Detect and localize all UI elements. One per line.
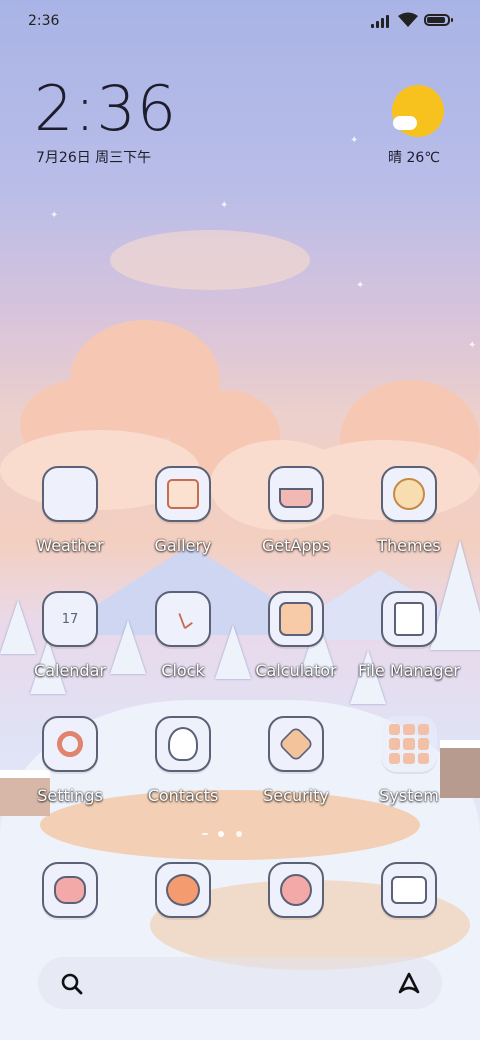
- security-icon: [268, 716, 324, 772]
- page-dot-active: [218, 831, 224, 837]
- app-calculator[interactable]: Calculator: [241, 591, 351, 680]
- contacts-icon: [155, 716, 211, 772]
- app-label: Weather: [36, 536, 104, 555]
- app-label: Contacts: [147, 786, 219, 805]
- dock-camera[interactable]: [354, 862, 464, 918]
- app-calendar[interactable]: 17 Calendar: [15, 591, 125, 680]
- search-icon: [61, 973, 83, 995]
- app-label: System: [379, 786, 439, 805]
- app-label: Settings: [37, 786, 103, 805]
- clock-icon: [155, 591, 211, 647]
- widget-time: 2:36: [34, 72, 178, 145]
- system-folder-icon: [381, 716, 437, 772]
- battery-icon: [424, 14, 453, 26]
- calendar-date: 17: [61, 611, 79, 627]
- app-file-manager[interactable]: File Manager: [354, 591, 464, 680]
- app-gallery[interactable]: Gallery: [128, 466, 238, 555]
- settings-icon: [42, 716, 98, 772]
- app-label: Security: [263, 786, 329, 805]
- app-label: Calendar: [34, 661, 106, 680]
- sparkle: ✦: [356, 280, 365, 291]
- calendar-icon: 17: [42, 591, 98, 647]
- themes-icon: [381, 466, 437, 522]
- status-bar: 2:36: [0, 0, 480, 40]
- app-label: Themes: [377, 536, 441, 555]
- search-bar[interactable]: [38, 957, 442, 1009]
- camera-icon: [381, 862, 437, 918]
- app-label: Gallery: [154, 536, 212, 555]
- sparkle: ✦: [350, 135, 359, 146]
- signal-icon: [371, 14, 393, 28]
- app-label: Calculator: [255, 661, 337, 680]
- app-label: Clock: [161, 661, 205, 680]
- getapps-icon: [268, 466, 324, 522]
- cloud-shape: [393, 116, 417, 130]
- app-settings[interactable]: Settings: [15, 716, 125, 805]
- app-label: GetApps: [261, 536, 331, 555]
- calculator-icon: [268, 591, 324, 647]
- widget-weather: 晴 26℃: [388, 150, 440, 166]
- app-themes[interactable]: Themes: [354, 466, 464, 555]
- app-security[interactable]: Security: [241, 716, 351, 805]
- app-system-folder[interactable]: System: [354, 716, 464, 805]
- sparkle: ✦: [50, 210, 59, 221]
- app-label: File Manager: [358, 661, 460, 680]
- messages-icon: [155, 862, 211, 918]
- dock-browser[interactable]: [241, 862, 351, 918]
- status-time: 2:36: [28, 13, 60, 29]
- app-weather[interactable]: Weather: [15, 466, 125, 555]
- app-contacts[interactable]: Contacts: [128, 716, 238, 805]
- page-list-icon: [202, 833, 208, 835]
- browser-icon: [268, 862, 324, 918]
- dock-phone[interactable]: [15, 862, 125, 918]
- app-clock[interactable]: Clock: [128, 591, 238, 680]
- phone-icon: [42, 862, 98, 918]
- wifi-icon: [398, 12, 418, 27]
- gallery-icon: [155, 466, 211, 522]
- sparkle: ✦: [468, 340, 477, 351]
- app-getapps[interactable]: GetApps: [241, 466, 351, 555]
- page-dot: [236, 831, 242, 837]
- weather-icon: [42, 466, 98, 522]
- sparkle: ✦: [220, 200, 229, 211]
- assistant-icon[interactable]: [396, 970, 422, 996]
- dock-messages[interactable]: [128, 862, 238, 918]
- widget-date: 7月26日 周三下午: [36, 150, 152, 166]
- file-manager-icon: [381, 591, 437, 647]
